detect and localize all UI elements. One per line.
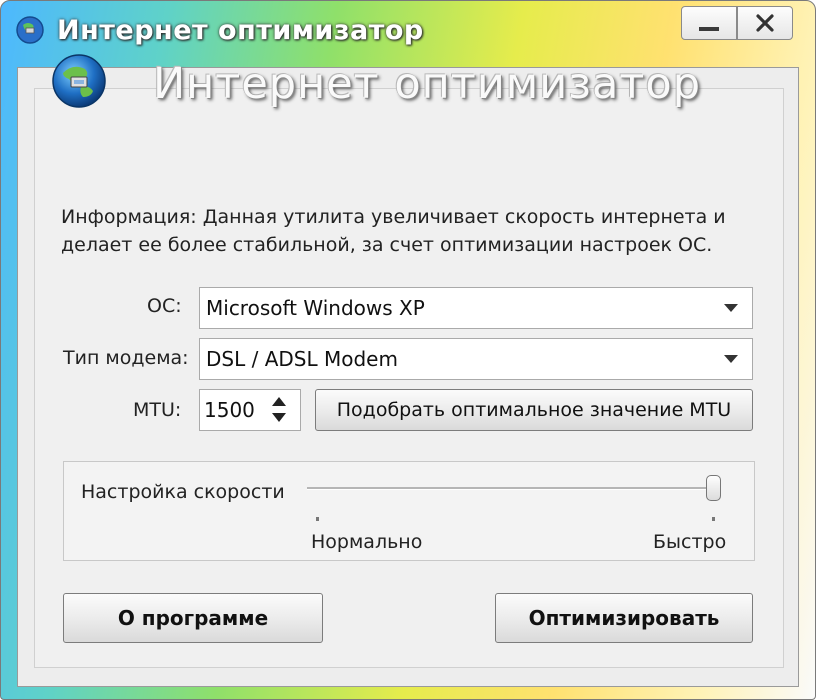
- chevron-down-icon[interactable]: [724, 355, 738, 363]
- title-bar[interactable]: Интернет оптимизатор: [1, 1, 815, 67]
- arrow-down-icon[interactable]: [272, 413, 286, 422]
- close-button[interactable]: [737, 6, 793, 40]
- auto-mtu-button[interactable]: Подобрать оптимальное значение MTU: [315, 389, 753, 431]
- os-label: ОС:: [147, 295, 182, 317]
- speed-label: Настройка скорости: [81, 481, 285, 503]
- mtu-stepper[interactable]: 1500: [199, 389, 301, 431]
- mtu-value: 1500: [204, 398, 255, 422]
- os-select[interactable]: Microsoft Windows XP: [199, 287, 753, 329]
- speed-slider-track[interactable]: [307, 487, 721, 490]
- minimize-icon: [699, 27, 719, 31]
- slider-tick: [712, 517, 715, 521]
- mtu-label: MTU:: [133, 399, 182, 421]
- about-button[interactable]: О программе: [63, 593, 323, 643]
- speed-slider-thumb[interactable]: [706, 475, 721, 501]
- os-select-value: Microsoft Windows XP: [206, 296, 425, 320]
- slider-tick: [316, 517, 319, 521]
- chevron-down-icon[interactable]: [724, 304, 738, 312]
- minimize-button[interactable]: [681, 6, 737, 40]
- optimize-button[interactable]: Оптимизировать: [495, 593, 753, 643]
- main-window: Интернет оптимизатор Интернет оптимизато…: [0, 0, 816, 700]
- modem-select[interactable]: DSL / ADSL Modem: [199, 338, 753, 380]
- close-icon: [756, 14, 774, 32]
- arrow-up-icon[interactable]: [272, 397, 286, 406]
- app-globe-icon: [16, 16, 44, 44]
- info-line-1: Информация: Данная утилита увеличивает с…: [61, 206, 726, 228]
- modem-label: Тип модема:: [63, 347, 189, 369]
- speed-min-label: Нормально: [311, 531, 423, 553]
- header-globe-icon: [52, 54, 106, 108]
- header-title: Интернет оптимизатор: [153, 59, 702, 109]
- modem-select-value: DSL / ADSL Modem: [206, 347, 398, 371]
- info-text: Информация: Данная утилита увеличивает с…: [61, 203, 761, 259]
- speed-max-label: Быстро: [653, 531, 727, 553]
- info-line-2: делает ее более стабильной, за счет опти…: [61, 234, 713, 256]
- window-title: Интернет оптимизатор: [57, 15, 424, 46]
